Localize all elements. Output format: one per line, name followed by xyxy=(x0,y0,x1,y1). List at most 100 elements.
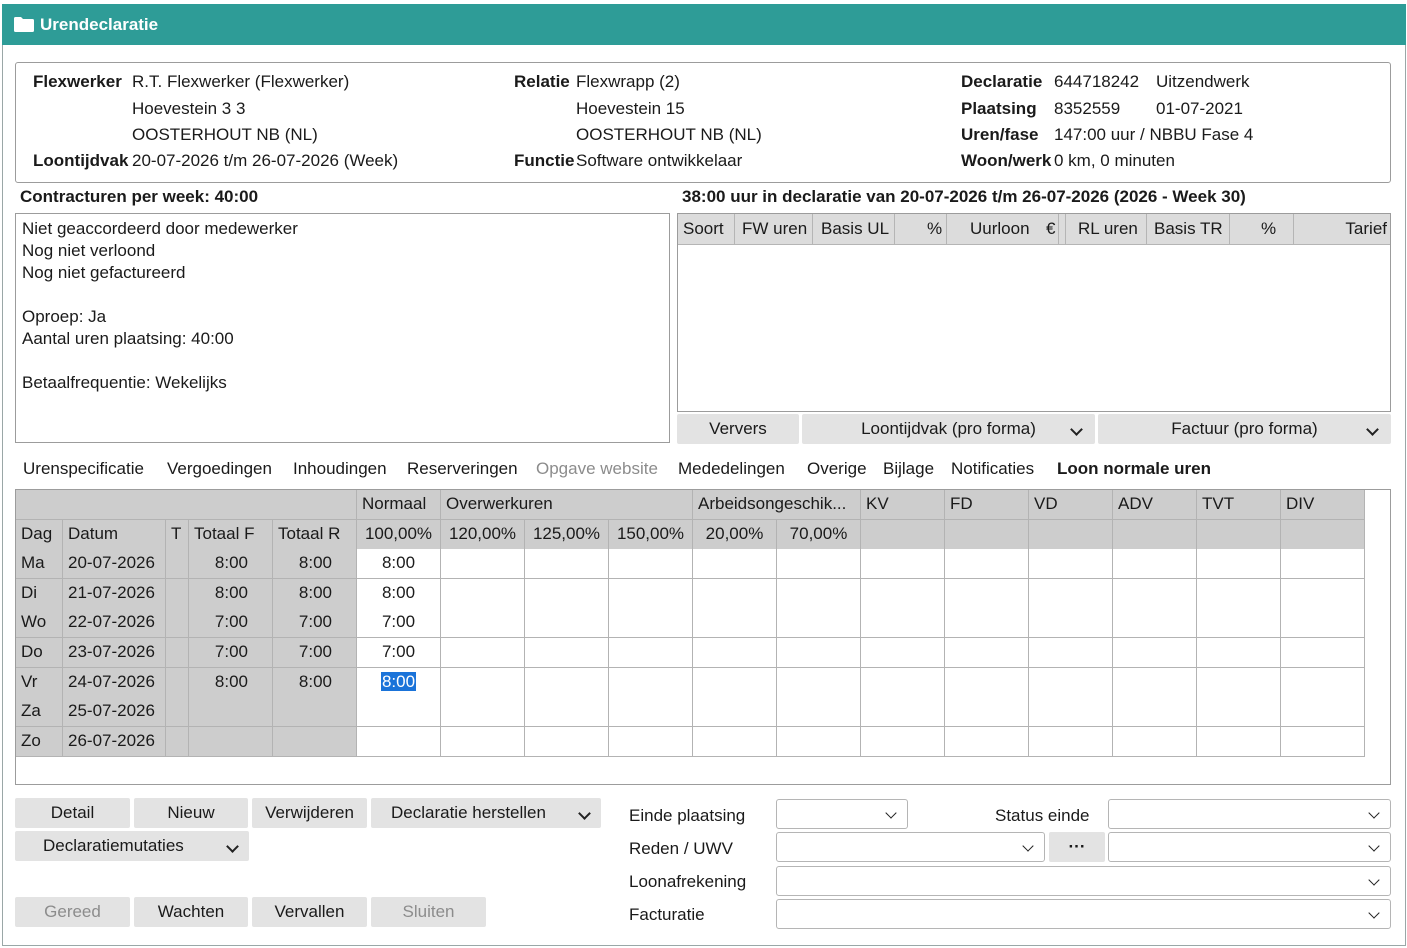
tab-inhoudingen[interactable]: Inhoudingen xyxy=(293,459,387,479)
hours-input[interactable] xyxy=(1197,578,1281,609)
loontijdvak-pro-forma-button[interactable]: Loontijdvak (pro forma) xyxy=(802,414,1095,444)
hours-input[interactable] xyxy=(1197,697,1281,728)
tab-urenspecificatie[interactable]: Urenspecificatie xyxy=(23,459,144,479)
hours-input[interactable] xyxy=(609,578,693,609)
hours-input[interactable] xyxy=(861,608,945,639)
hours-input[interactable] xyxy=(1281,549,1365,580)
detail-button[interactable]: Detail xyxy=(15,798,130,828)
hours-input[interactable] xyxy=(777,667,861,698)
hours-input[interactable] xyxy=(945,638,1029,668)
uwv-lookup-button[interactable]: ··· xyxy=(1049,832,1105,862)
tab-opgave-website[interactable]: Opgave website xyxy=(536,459,658,479)
hours-input[interactable] xyxy=(609,549,693,580)
hours-input[interactable] xyxy=(525,608,609,639)
hours-input[interactable] xyxy=(1197,638,1281,668)
verwijderen-button[interactable]: Verwijderen xyxy=(252,798,367,828)
vervallen-button[interactable]: Vervallen xyxy=(252,897,367,927)
hours-input[interactable] xyxy=(1197,726,1281,757)
hours-input[interactable] xyxy=(1113,667,1197,698)
hours-input[interactable] xyxy=(441,726,525,757)
hours-input[interactable] xyxy=(693,608,777,639)
declaratiemutaties-button[interactable]: Declaratiemutaties xyxy=(15,831,249,861)
declaration-lines-table[interactable]: Soort FW uren Basis UL% Uurloon € RL uren Basi… xyxy=(677,213,1391,412)
hours-input[interactable] xyxy=(945,726,1029,757)
normaal-hours-input[interactable] xyxy=(357,726,441,757)
hours-input[interactable] xyxy=(1113,608,1197,639)
sluiten-button[interactable]: Sluiten xyxy=(371,897,486,927)
hours-input[interactable] xyxy=(777,638,861,668)
hours-input[interactable] xyxy=(945,667,1029,698)
hours-input[interactable] xyxy=(693,549,777,580)
hours-input[interactable] xyxy=(1113,726,1197,757)
hours-input[interactable] xyxy=(693,697,777,728)
hours-input[interactable] xyxy=(1029,667,1113,698)
hours-input[interactable] xyxy=(1029,726,1113,757)
hours-input[interactable] xyxy=(441,638,525,668)
normaal-hours-input[interactable]: 8:00 xyxy=(357,667,441,698)
hours-input[interactable] xyxy=(609,638,693,668)
hours-input[interactable] xyxy=(609,697,693,728)
status-notes[interactable]: Niet geaccordeerd door medewerker Nog nie… xyxy=(15,213,670,443)
hours-input[interactable] xyxy=(1029,638,1113,668)
normaal-hours-input[interactable]: 8:00 xyxy=(357,578,441,609)
tab-bijlage[interactable]: Bijlage xyxy=(883,459,934,479)
hours-input[interactable] xyxy=(1029,697,1113,728)
hours-input[interactable] xyxy=(609,667,693,698)
hours-input[interactable] xyxy=(1029,578,1113,609)
tab-mededelingen[interactable]: Mededelingen xyxy=(678,459,785,479)
reden-select[interactable] xyxy=(776,832,1045,862)
hours-input[interactable] xyxy=(525,549,609,580)
hours-input[interactable] xyxy=(1197,549,1281,580)
hours-input[interactable] xyxy=(861,726,945,757)
tab-loon-normale-uren[interactable]: Loon normale uren xyxy=(1057,459,1211,479)
factuur-pro-forma-button[interactable]: Factuur (pro forma) xyxy=(1098,414,1391,444)
hours-input[interactable] xyxy=(1113,697,1197,728)
hours-input[interactable] xyxy=(861,697,945,728)
hours-input[interactable] xyxy=(441,578,525,609)
hours-input[interactable] xyxy=(1113,578,1197,609)
ververs-button[interactable]: Ververs xyxy=(677,414,799,444)
hours-input[interactable] xyxy=(1281,638,1365,668)
hours-input[interactable] xyxy=(777,608,861,639)
hours-input[interactable] xyxy=(777,578,861,609)
hours-input[interactable] xyxy=(945,578,1029,609)
normaal-hours-input[interactable]: 7:00 xyxy=(357,608,441,639)
hours-input[interactable] xyxy=(777,549,861,580)
hours-input[interactable] xyxy=(525,578,609,609)
tab-notificaties[interactable]: Notificaties xyxy=(951,459,1034,479)
normaal-hours-input[interactable]: 7:00 xyxy=(357,638,441,668)
hours-input[interactable] xyxy=(861,667,945,698)
hours-input[interactable] xyxy=(525,726,609,757)
hours-input[interactable] xyxy=(525,638,609,668)
uwv-select[interactable] xyxy=(1108,832,1391,862)
normaal-hours-input[interactable] xyxy=(357,697,441,728)
hours-input[interactable] xyxy=(441,549,525,580)
einde-plaatsing-select[interactable] xyxy=(776,799,908,829)
tab-overige[interactable]: Overige xyxy=(807,459,867,479)
hours-input[interactable] xyxy=(525,697,609,728)
hours-input[interactable] xyxy=(1281,608,1365,639)
hours-input[interactable] xyxy=(861,638,945,668)
hours-input[interactable] xyxy=(1197,608,1281,639)
hours-input[interactable] xyxy=(693,638,777,668)
hours-input[interactable] xyxy=(1029,608,1113,639)
facturatie-select[interactable] xyxy=(776,899,1391,929)
hours-input[interactable] xyxy=(1281,697,1365,728)
hours-input[interactable] xyxy=(777,697,861,728)
hours-input[interactable] xyxy=(525,667,609,698)
hours-input[interactable] xyxy=(945,697,1029,728)
nieuw-button[interactable]: Nieuw xyxy=(134,798,248,828)
gereed-button[interactable]: Gereed xyxy=(15,897,130,927)
hours-input[interactable] xyxy=(1281,726,1365,757)
hours-input[interactable] xyxy=(1197,667,1281,698)
hours-input[interactable] xyxy=(1113,638,1197,668)
hours-input[interactable] xyxy=(693,578,777,609)
loonafrekening-select[interactable] xyxy=(776,866,1391,896)
hours-input[interactable] xyxy=(693,726,777,757)
normaal-hours-input[interactable]: 8:00 xyxy=(357,549,441,580)
hours-input[interactable] xyxy=(861,549,945,580)
hours-input[interactable] xyxy=(1281,667,1365,698)
hours-input[interactable] xyxy=(441,608,525,639)
hours-grid[interactable]: Normaal Overwerkuren Arbeidsongeschik... KV… xyxy=(15,489,1391,785)
status-einde-select[interactable] xyxy=(1108,799,1391,829)
